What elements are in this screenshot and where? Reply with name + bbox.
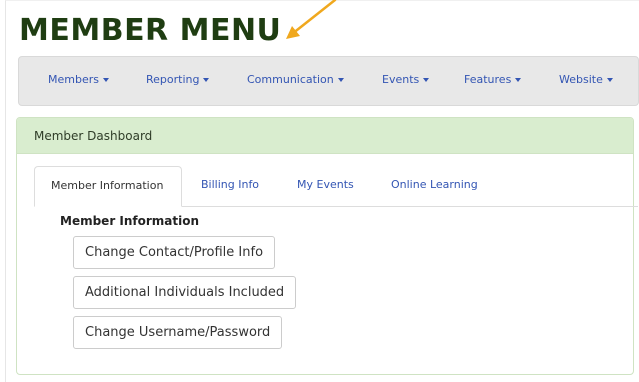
tab-my-events[interactable]: My Events <box>297 178 354 191</box>
admin-navbar: Members Reporting Communication Events F… <box>18 56 639 106</box>
change-contact-profile-button[interactable]: Change Contact/Profile Info <box>73 236 276 269</box>
nav-events[interactable]: Events <box>382 73 430 86</box>
caret-down-icon <box>203 78 210 82</box>
panel-heading: Member Dashboard <box>17 118 633 154</box>
nav-members-label: Members <box>48 73 99 86</box>
nav-website[interactable]: Website <box>559 73 613 86</box>
caret-down-icon <box>337 78 344 82</box>
nav-website-label: Website <box>559 73 603 86</box>
caret-down-icon <box>102 78 109 82</box>
nav-events-label: Events <box>382 73 420 86</box>
nav-members[interactable]: Members <box>48 73 109 86</box>
page-title: MEMBER MENU <box>19 13 282 48</box>
nav-reporting-label: Reporting <box>146 73 200 86</box>
change-username-password-button[interactable]: Change Username/Password <box>73 316 283 349</box>
panel-title: Member Dashboard <box>34 129 153 143</box>
tab-member-information-label: Member Information <box>51 179 164 192</box>
member-dashboard-panel: Member Dashboard Member Information Bill… <box>16 117 638 375</box>
caret-down-icon <box>515 78 522 82</box>
nav-reporting[interactable]: Reporting <box>146 73 210 86</box>
nav-communication[interactable]: Communication <box>247 73 344 86</box>
section-title: Member Information <box>60 214 200 228</box>
nav-features-label: Features <box>464 73 512 86</box>
caret-down-icon <box>423 78 430 82</box>
caret-down-icon <box>606 78 613 82</box>
nav-communication-label: Communication <box>247 73 334 86</box>
tab-member-information[interactable]: Member Information <box>34 166 182 207</box>
tab-billing-info[interactable]: Billing Info <box>201 178 259 191</box>
tab-online-learning[interactable]: Online Learning <box>391 178 478 191</box>
arrow-annotation-icon <box>286 0 337 39</box>
additional-individuals-button[interactable]: Additional Individuals Included <box>73 276 297 309</box>
nav-features[interactable]: Features <box>464 73 522 86</box>
